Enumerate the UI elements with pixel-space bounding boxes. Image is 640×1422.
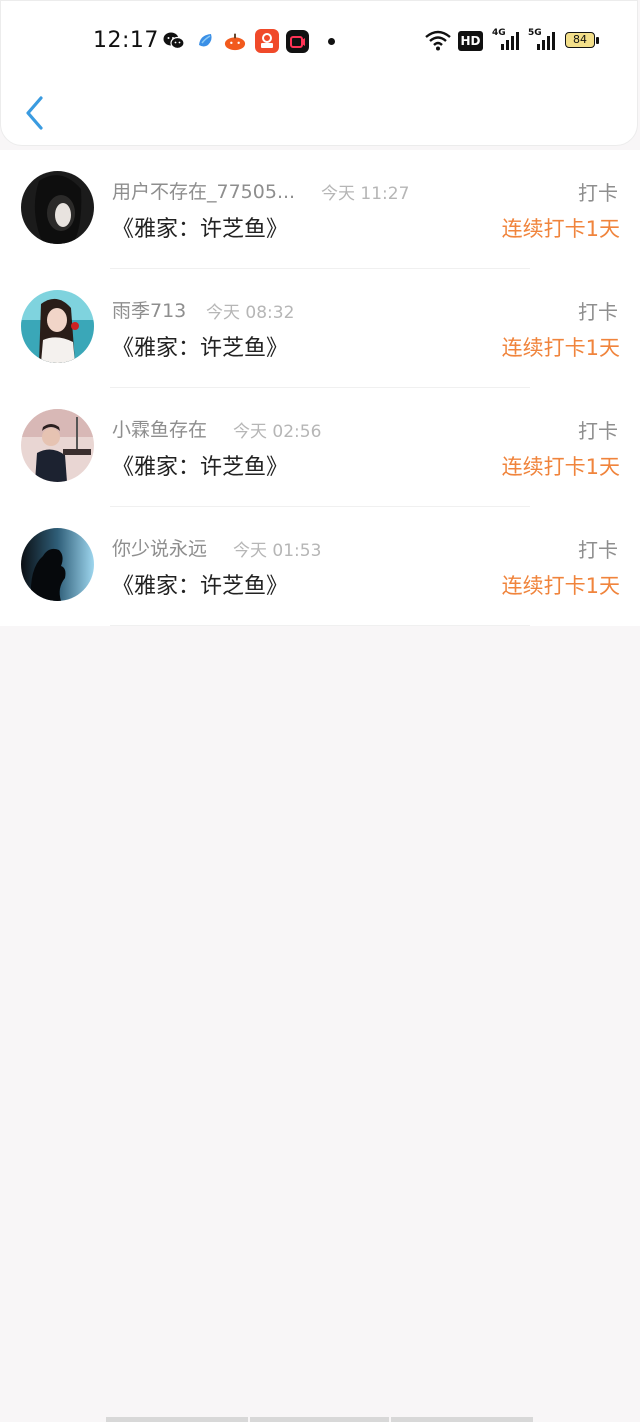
checkin-list: 用户不存在_77505... 今天 11:27 《雅家：许芝鱼》 打卡 连续打卡…	[0, 150, 640, 626]
gesture-bar-right	[391, 1417, 533, 1422]
bird-app-icon	[195, 30, 217, 52]
streak-label: 连续打卡1天	[501, 336, 620, 360]
list-item[interactable]: 你少说永远 今天 01:53 《雅家：许芝鱼》 打卡 连续打卡1天	[0, 507, 640, 626]
avatar[interactable]	[21, 528, 94, 601]
back-button[interactable]	[23, 95, 51, 133]
hd-icon: HD	[458, 31, 483, 51]
list-item[interactable]: 小霖鱼存在 今天 02:56 《雅家：许芝鱼》 打卡 连续打卡1天	[0, 388, 640, 507]
shopping-app-icon	[255, 29, 279, 53]
avatar[interactable]	[21, 290, 94, 363]
chevron-left-icon	[26, 96, 43, 130]
post-time: 今天 01:53	[233, 541, 322, 561]
header-card: 12:17 HD 4G 5G 84	[0, 0, 638, 146]
user-name[interactable]: 雨季713	[112, 296, 186, 323]
post-time: 今天 08:32	[206, 303, 295, 323]
wifi-icon	[425, 29, 451, 53]
list-item[interactable]: 用户不存在_77505... 今天 11:27 《雅家：许芝鱼》 打卡 连续打卡…	[0, 150, 640, 269]
battery-level: 84	[573, 33, 587, 46]
pumpkin-app-icon	[224, 30, 246, 52]
streak-label: 连续打卡1天	[501, 574, 620, 598]
book-title: 《雅家：许芝鱼》	[112, 336, 289, 361]
gesture-bar-middle	[250, 1417, 389, 1422]
hd-label: HD	[460, 34, 481, 48]
book-title: 《雅家：许芝鱼》	[112, 455, 289, 480]
checkin-tag: 打卡	[578, 538, 618, 562]
list-item[interactable]: 雨季713 今天 08:32 《雅家：许芝鱼》 打卡 连续打卡1天	[0, 269, 640, 388]
wechat-icon	[163, 30, 185, 52]
user-name[interactable]: 用户不存在_77505...	[112, 177, 295, 204]
row-divider	[110, 625, 530, 626]
user-name[interactable]: 你少说永远	[112, 534, 207, 561]
status-bar: 12:17 HD 4G 5G 84	[1, 1, 640, 81]
signal-4g-icon: 4G	[492, 28, 520, 53]
more-notifications-dot	[328, 38, 335, 45]
post-time: 今天 11:27	[321, 184, 410, 204]
book-title: 《雅家：许芝鱼》	[112, 574, 289, 599]
gesture-bar-left	[106, 1417, 248, 1422]
status-time: 12:17	[93, 28, 159, 53]
video-app-icon	[286, 30, 309, 53]
signal-5g-icon: 5G	[528, 28, 556, 53]
checkin-tag: 打卡	[578, 300, 618, 324]
streak-label: 连续打卡1天	[501, 217, 620, 241]
user-name[interactable]: 小霖鱼存在	[112, 415, 207, 442]
streak-label: 连续打卡1天	[501, 455, 620, 479]
checkin-tag: 打卡	[578, 181, 618, 205]
battery-icon: 84	[565, 32, 601, 50]
avatar[interactable]	[21, 409, 94, 482]
checkin-tag: 打卡	[578, 419, 618, 443]
post-time: 今天 02:56	[233, 422, 322, 442]
book-title: 《雅家：许芝鱼》	[112, 217, 289, 242]
avatar[interactable]	[21, 171, 94, 244]
